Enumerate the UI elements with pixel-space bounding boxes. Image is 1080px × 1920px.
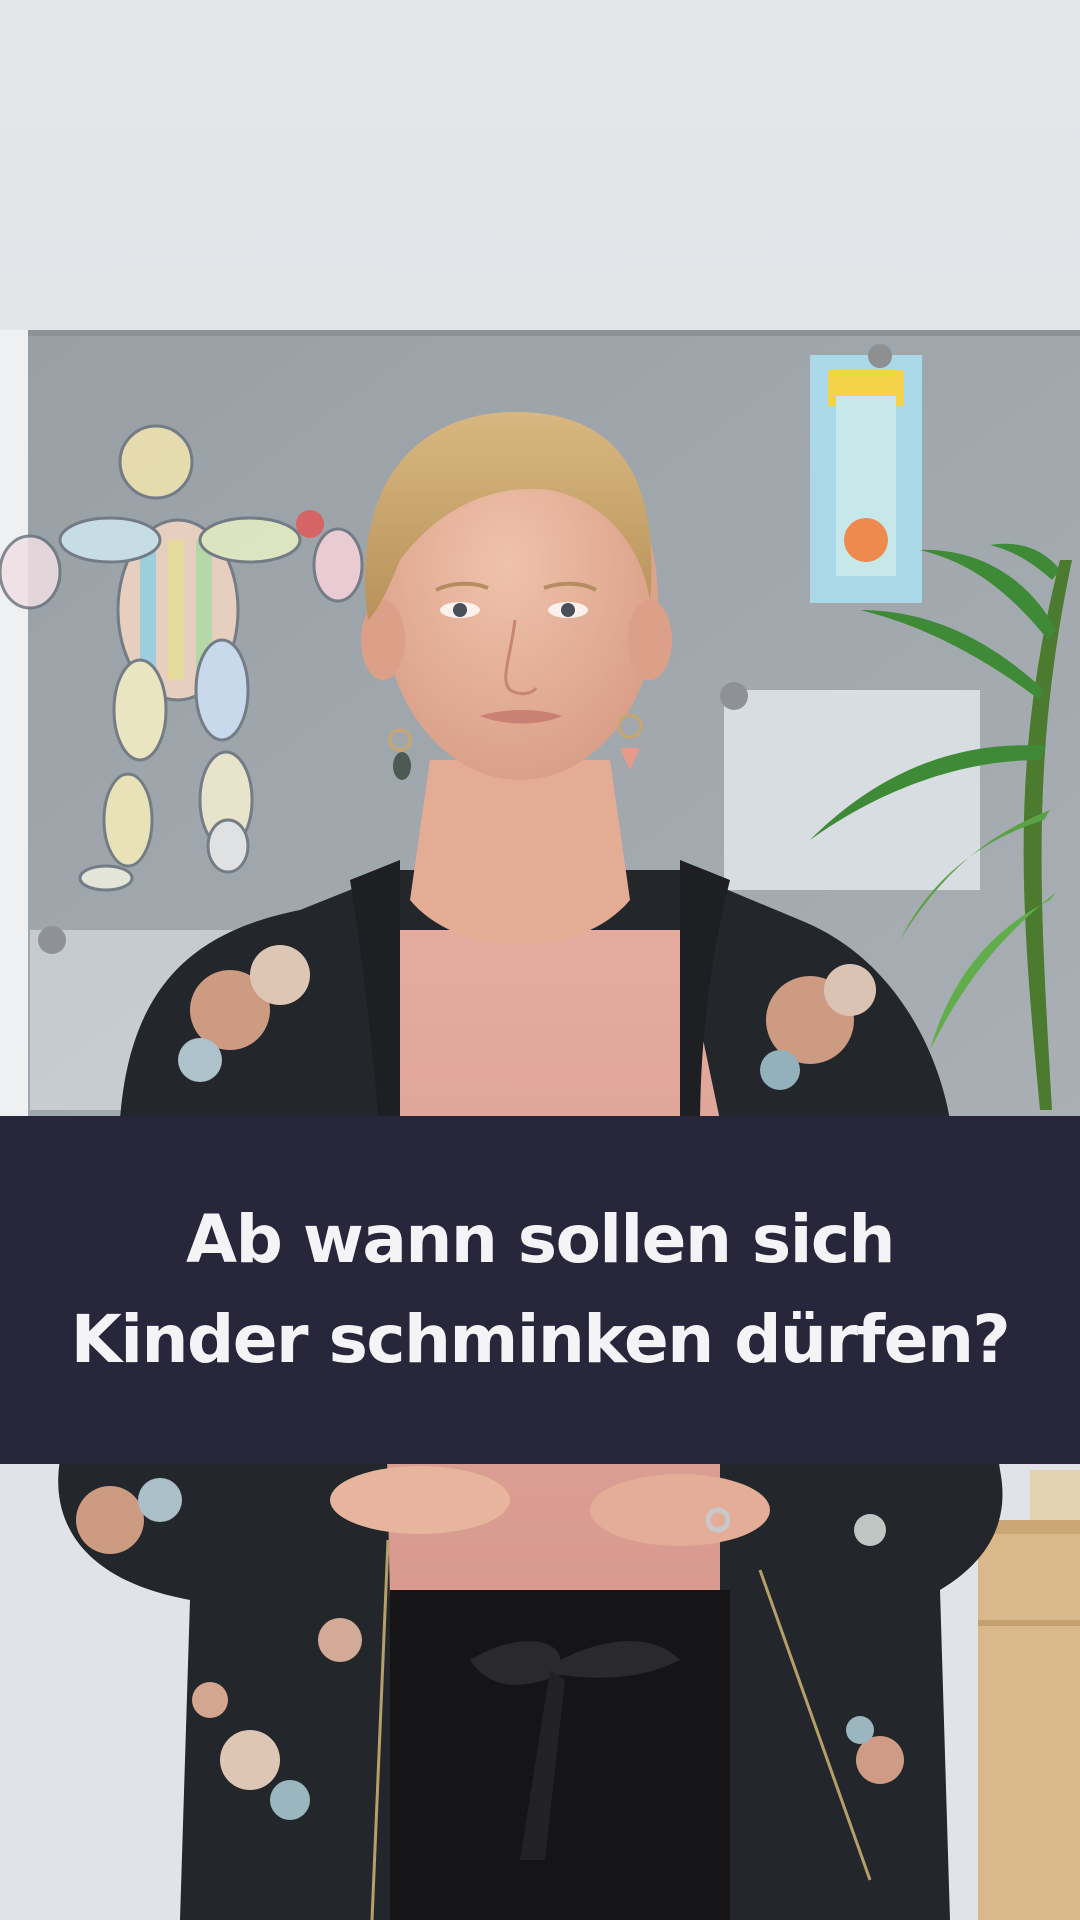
video-frame: Ab wann sollen sich Kinder schminken dür…	[0, 0, 1080, 1920]
wooden-shelf	[978, 1520, 1080, 1920]
paper-sheet	[724, 690, 980, 890]
caption-line-2: Kinder schminken dürfen?	[70, 1301, 1011, 1378]
caption-bar: Ab wann sollen sich Kinder schminken dür…	[0, 1116, 1080, 1464]
caption-line-1: Ab wann sollen sich	[186, 1201, 895, 1278]
background-photo	[0, 0, 1080, 1920]
